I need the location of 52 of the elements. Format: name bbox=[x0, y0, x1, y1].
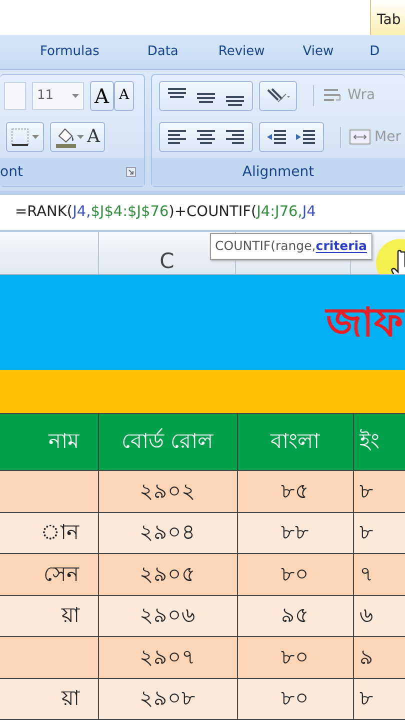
group-label: ont bbox=[0, 163, 23, 182]
title-text: জাফ bbox=[326, 298, 403, 348]
table-cell: ৮ bbox=[353, 512, 405, 554]
dialog-launcher-icon[interactable] bbox=[126, 167, 136, 177]
ribbon-tab[interactable]: Review bbox=[218, 42, 265, 62]
table-cell: ৮৮ bbox=[237, 512, 353, 554]
group-label: Alignment bbox=[152, 158, 405, 186]
table-cell: য়া bbox=[0, 595, 98, 636]
contextual-tab-label[interactable]: Tab bbox=[370, 0, 405, 35]
ribbon-tab[interactable]: View bbox=[302, 42, 334, 62]
table-cell: য়া bbox=[0, 678, 98, 720]
table-cell: ৬ bbox=[353, 595, 405, 636]
column-heading: বোর্ড রোল bbox=[98, 414, 237, 470]
dropdown-arrow-icon[interactable] bbox=[77, 135, 84, 140]
font-name-field[interactable] bbox=[4, 82, 26, 110]
table-cell: ৮০ bbox=[237, 678, 353, 720]
table-cell: ৮০ bbox=[237, 636, 353, 678]
table-cell: ২৯০৮ bbox=[98, 678, 237, 720]
orientation-button[interactable] bbox=[258, 80, 297, 111]
column-heading: নাম bbox=[0, 414, 98, 470]
table-cell: ২৯০৭ bbox=[98, 636, 237, 678]
table-cell: ২৯০৪ bbox=[98, 512, 237, 554]
table-cell: ২৯০২ bbox=[98, 470, 237, 512]
table-cell: ৮ bbox=[353, 470, 405, 512]
table-cell: ২৯০৬ bbox=[98, 595, 237, 636]
column-heading: ইং bbox=[353, 414, 405, 470]
ribbon-tab[interactable]: Data bbox=[147, 42, 178, 62]
column-header[interactable]: C bbox=[160, 250, 174, 272]
table-cell: ৮ bbox=[353, 678, 405, 720]
dropdown-arrow-icon[interactable] bbox=[32, 135, 39, 140]
fill-color-button[interactable] bbox=[55, 126, 84, 148]
shrink-font-button[interactable]: A bbox=[114, 80, 134, 111]
ribbon-tab[interactable]: D bbox=[370, 42, 380, 62]
font-size-field[interactable]: 11 bbox=[32, 82, 84, 110]
merge-cells-icon bbox=[348, 127, 371, 148]
column-heading: বাংলা bbox=[237, 414, 353, 470]
function-tooltip: COUNTIF(range,criteria bbox=[210, 233, 372, 260]
table-cell: সেন bbox=[0, 554, 98, 595]
borders-button[interactable] bbox=[6, 122, 44, 152]
grow-font-button[interactable]: A bbox=[90, 80, 114, 111]
borders-icon bbox=[11, 128, 29, 146]
dropdown-arrow-icon[interactable] bbox=[72, 94, 79, 98]
paint-bucket-icon bbox=[55, 126, 77, 148]
table-cell: ৮৫ bbox=[237, 470, 353, 512]
table-cell: ২৯০৫ bbox=[98, 554, 237, 595]
table-cell: ৯ bbox=[353, 636, 405, 678]
ribbon-tab[interactable]: Formulas bbox=[40, 42, 100, 62]
table-cell: ৭ bbox=[353, 554, 405, 595]
table-cell: ৯৫ bbox=[237, 595, 353, 636]
table-cell: ান bbox=[0, 512, 98, 554]
table-cell: ৮০ bbox=[237, 554, 353, 595]
font-color-button[interactable]: A bbox=[87, 128, 100, 146]
